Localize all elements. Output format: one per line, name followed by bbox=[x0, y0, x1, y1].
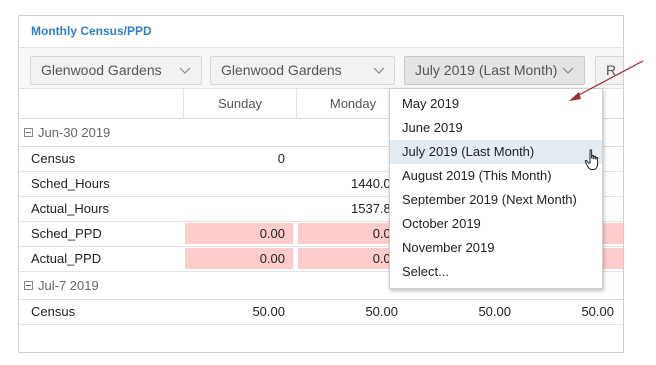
menu-item-august-2019[interactable]: August 2019 (This Month) bbox=[390, 164, 602, 188]
facility-dropdown-2-value: Glenwood Gardens bbox=[221, 62, 342, 78]
menu-item-november-2019[interactable]: November 2019 bbox=[390, 236, 602, 260]
row-label: Sched_PPD bbox=[31, 226, 102, 241]
menu-item-june-2019[interactable]: June 2019 bbox=[390, 116, 602, 140]
table-cell: 50.00 bbox=[478, 304, 511, 319]
facility-dropdown-1-value: Glenwood Gardens bbox=[41, 62, 162, 78]
row-label: Actual_Hours bbox=[31, 201, 110, 216]
table-cell: 0 bbox=[277, 151, 285, 166]
menu-item-september-2019[interactable]: September 2019 (Next Month) bbox=[390, 188, 602, 212]
table-cell: 50.00 bbox=[252, 304, 285, 319]
hand-cursor-icon bbox=[584, 149, 602, 176]
menu-item-july-2019-label: July 2019 (Last Month) bbox=[402, 144, 535, 159]
facility-dropdown-2[interactable]: Glenwood Gardens bbox=[210, 56, 395, 85]
menu-item-july-2019[interactable]: July 2019 (Last Month) bbox=[390, 140, 602, 164]
facility-dropdown-1[interactable]: Glenwood Gardens bbox=[30, 56, 202, 85]
month-dropdown[interactable]: July 2019 (Last Month) bbox=[404, 56, 585, 85]
report-dropdown-value: R bbox=[606, 62, 617, 78]
menu-item-may-2019[interactable]: May 2019 bbox=[390, 92, 602, 116]
group-label: Jun-30 2019 bbox=[38, 125, 111, 140]
chevron-down-icon bbox=[179, 57, 191, 84]
collapse-icon[interactable] bbox=[24, 128, 33, 137]
menu-item-select[interactable]: Select... bbox=[390, 260, 602, 284]
month-dropdown-value: July 2019 (Last Month) bbox=[415, 62, 558, 78]
row-label: Census bbox=[31, 304, 76, 319]
panel-title: Monthly Census/PPD bbox=[19, 16, 623, 48]
filter-bar: Glenwood Gardens Glenwood Gardens July 2… bbox=[19, 48, 623, 89]
month-dropdown-menu: May 2019 June 2019 July 2019 (Last Month… bbox=[389, 88, 603, 289]
row-label: Census bbox=[31, 151, 76, 166]
report-dropdown[interactable]: R bbox=[595, 56, 623, 85]
table-cell: 0.00 bbox=[185, 248, 293, 269]
chevron-down-icon bbox=[373, 57, 385, 84]
col-header-sunday[interactable]: Sunday bbox=[183, 89, 296, 118]
table-cell: 50.00 bbox=[581, 304, 614, 319]
group-label: Jul-7 2019 bbox=[38, 278, 99, 293]
row-label: Actual_PPD bbox=[31, 251, 102, 266]
menu-item-october-2019[interactable]: October 2019 bbox=[390, 212, 602, 236]
table-cell: 0.00 bbox=[185, 223, 293, 244]
table-row: Census 50.00 50.00 50.00 50.00 bbox=[19, 300, 623, 325]
collapse-icon[interactable] bbox=[24, 281, 33, 290]
table-cell: 50.00 bbox=[365, 304, 398, 319]
row-label: Sched_Hours bbox=[31, 176, 110, 191]
chevron-down-icon bbox=[562, 57, 574, 84]
